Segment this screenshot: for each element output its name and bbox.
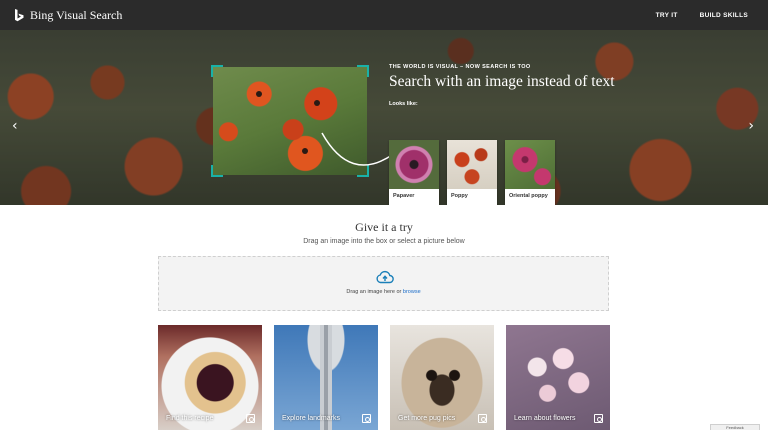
tile-label: Find this recipe [166,415,214,422]
nav-build-skills[interactable]: BUILD SKILLS [700,12,748,19]
brand-name: Bing Visual Search [30,7,123,22]
result-label: Papaver [393,193,415,199]
browse-link[interactable]: browse [403,289,421,295]
hero-text: THE WORLD IS VISUAL – NOW SEARCH IS TOO … [389,64,615,107]
sample-tiles: Find this recipe Explore landmarks Get m… [158,325,610,430]
tile-label: Get more pug pics [398,415,456,422]
top-bar: Bing Visual Search TRY IT BUILD SKILLS [0,0,768,30]
result-thumbnail [389,140,439,189]
chevron-left-icon[interactable]: ‹ [12,118,18,134]
bing-logo-icon [15,8,24,21]
result-card-poppy[interactable]: Poppy [447,140,497,205]
brand[interactable]: Bing Visual Search [14,8,122,23]
visual-search-icon [362,414,371,423]
feedback-button[interactable]: Feedback [710,424,760,430]
image-dropzone[interactable]: Drag an image here or browse [158,256,609,311]
crop-corner-icon [211,65,223,77]
crop-corner-icon [357,65,369,77]
result-thumbnail [447,140,497,189]
hero-title: Search with an image instead of text [389,73,615,90]
result-cards: Papaver Poppy Oriental poppy [389,140,555,205]
result-thumbnail [505,140,555,189]
drop-text: Drag an image here or [346,289,402,295]
try-title: Give it a try [355,220,413,234]
tile-label: Learn about flowers [514,415,576,422]
visual-search-icon [478,414,487,423]
chevron-right-icon[interactable]: › [748,118,754,134]
try-subtitle: Drag an image into the box or select a p… [303,238,465,245]
cloud-upload-icon [376,270,394,284]
result-label: Poppy [451,193,468,199]
tile-label: Explore landmarks [282,415,340,422]
nav-try-it[interactable]: TRY IT [656,12,678,19]
result-label: Oriental poppy [509,193,548,199]
sample-tile-recipe[interactable]: Find this recipe [158,325,262,430]
visual-search-icon [594,414,603,423]
sample-tile-flowers[interactable]: Learn about flowers [506,325,610,430]
drop-instructions: Drag an image here or browse [159,289,608,295]
sample-tile-pug[interactable]: Get more pug pics [390,325,494,430]
top-nav: TRY IT BUILD SKILLS [656,0,748,30]
result-card-papaver[interactable]: Papaver [389,140,439,205]
looks-like-label: Looks like: [389,101,418,107]
result-card-oriental-poppy[interactable]: Oriental poppy [505,140,555,205]
visual-search-icon [246,414,255,423]
crop-corner-icon [211,165,223,177]
hero-banner: ‹ › THE WORLD IS VISUAL – NOW SEARCH IS … [0,30,768,205]
hero-kicker: THE WORLD IS VISUAL – NOW SEARCH IS TOO [389,64,531,70]
sample-tile-landmarks[interactable]: Explore landmarks [274,325,378,430]
